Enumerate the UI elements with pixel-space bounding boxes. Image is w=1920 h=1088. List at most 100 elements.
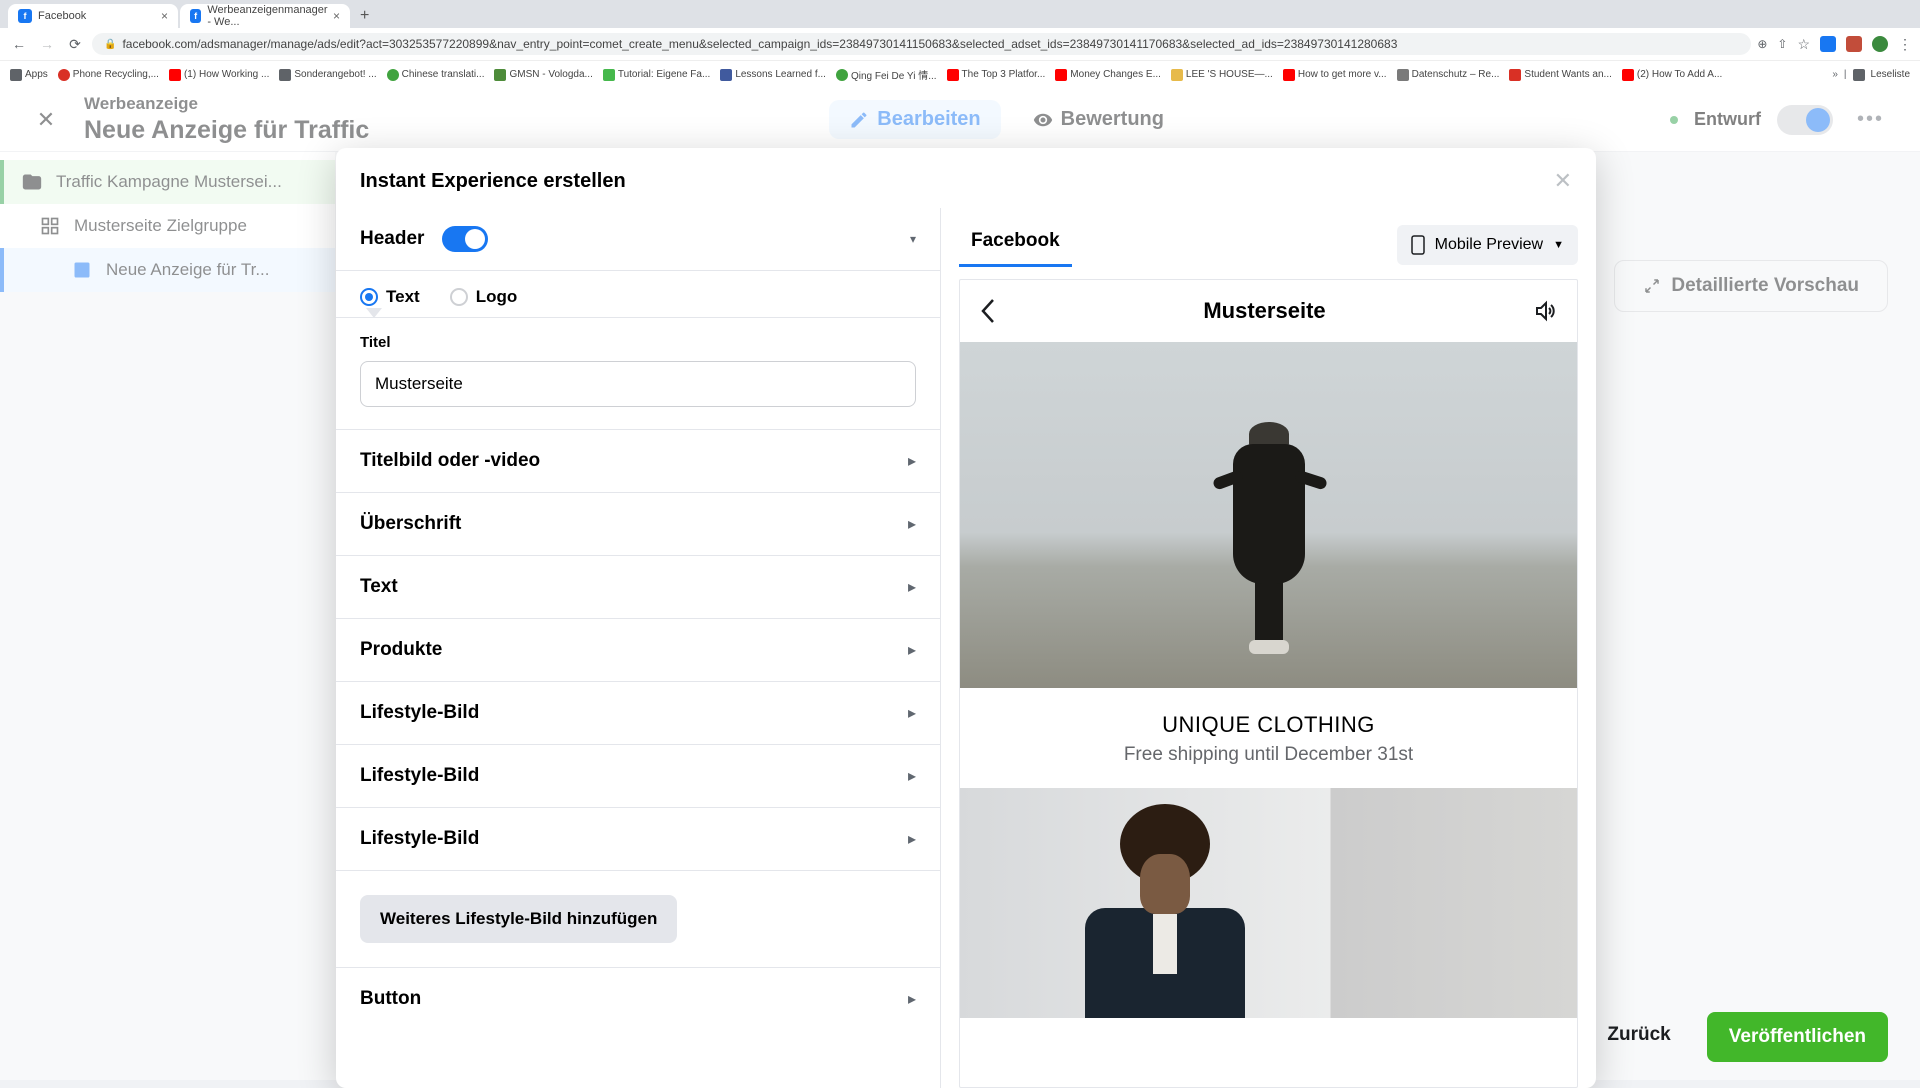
- bookmarks-overflow[interactable]: »|Leseliste: [1832, 69, 1910, 81]
- section-hero[interactable]: Titelbild oder -video▸: [336, 430, 940, 493]
- bookmark-item[interactable]: The Top 3 Platfor...: [947, 69, 1046, 81]
- ad-label: Neue Anzeige für Tr...: [106, 260, 269, 280]
- preview-tabs: Facebook Mobile Preview ▼: [941, 208, 1596, 267]
- chevron-right-icon: ▸: [908, 577, 916, 597]
- more-options-button[interactable]: •••: [1849, 100, 1892, 139]
- person-silhouette-icon: [1224, 422, 1314, 662]
- adset-icon: [40, 216, 60, 236]
- acc-label: Titelbild oder -video: [360, 450, 540, 472]
- radio-icon: [360, 288, 378, 306]
- browser-tab-1[interactable]: f Facebook ×: [8, 4, 178, 28]
- sound-icon[interactable]: [1533, 299, 1557, 323]
- tab-edit[interactable]: Bearbeiten: [829, 100, 1000, 139]
- zoom-icon[interactable]: ⊕: [1757, 37, 1767, 51]
- bookmark-item[interactable]: (1) How Working ...: [169, 69, 269, 81]
- chevron-right-icon: ▸: [908, 829, 916, 849]
- title-input[interactable]: [360, 361, 916, 407]
- section-button[interactable]: Button▸: [336, 968, 940, 1030]
- section-lifestyle[interactable]: Lifestyle-Bild ▸: [336, 808, 940, 871]
- acc-label: Lifestyle-Bild: [360, 702, 479, 724]
- tab-edit-label: Bearbeiten: [877, 108, 980, 131]
- bookmark-item[interactable]: Money Changes E...: [1055, 69, 1161, 81]
- browser-tab-2[interactable]: f Werbeanzeigenmanager - We... ×: [180, 4, 350, 28]
- ad-status-toggle[interactable]: [1777, 105, 1833, 135]
- bookmark-item[interactable]: How to get more v...: [1283, 69, 1387, 81]
- bookmark-item[interactable]: Lessons Learned f...: [720, 69, 826, 81]
- tab-title-1: Facebook: [38, 10, 86, 22]
- bookmark-item[interactable]: Chinese translati...: [387, 69, 485, 81]
- ad-icon: [72, 260, 92, 280]
- back-button[interactable]: Zurück: [1589, 1012, 1688, 1062]
- header-right: Entwurf •••: [1670, 100, 1892, 139]
- extension-icons: ⊕ ⇧ ☆ ⋮: [1757, 36, 1912, 53]
- detailed-preview-button[interactable]: Detaillierte Vorschau: [1614, 260, 1888, 312]
- bm-label: Lessons Learned f...: [735, 69, 826, 80]
- section-text[interactable]: Text▸: [336, 556, 940, 619]
- preview-device-select[interactable]: Mobile Preview ▼: [1397, 225, 1578, 265]
- close-tab-icon[interactable]: ×: [161, 9, 168, 23]
- bookmark-item[interactable]: Phone Recycling,...: [58, 69, 159, 81]
- bookmark-item[interactable]: GMSN - Vologda...: [494, 69, 592, 81]
- bookmark-item[interactable]: LEE 'S HOUSE—...: [1171, 69, 1273, 81]
- back-button[interactable]: ←: [8, 33, 30, 55]
- radio-logo[interactable]: Logo: [450, 287, 518, 307]
- ext-icon[interactable]: [1820, 36, 1836, 52]
- acc-label: Lifestyle-Bild: [360, 828, 479, 850]
- bookmark-item[interactable]: Tutorial: Eigene Fa...: [603, 69, 710, 81]
- detailed-preview-label: Detaillierte Vorschau: [1671, 275, 1859, 297]
- modal-close-button[interactable]: ✕: [1554, 168, 1572, 194]
- radio-text[interactable]: Text: [360, 287, 420, 307]
- bookmark-item[interactable]: Sonderangebot! ...: [279, 69, 376, 81]
- tree-campaign[interactable]: Traffic Kampagne Mustersei...: [0, 160, 335, 204]
- tree-adset[interactable]: Musterseite Zielgruppe: [0, 204, 335, 248]
- section-products[interactable]: Produkte▸: [336, 619, 940, 682]
- header-type-radio: Text Logo: [336, 271, 940, 318]
- bm-label: Money Changes E...: [1070, 69, 1161, 80]
- bm-label: The Top 3 Platfor...: [962, 69, 1046, 80]
- bookmark-item[interactable]: (2) How To Add A...: [1622, 69, 1722, 81]
- tab-review[interactable]: Bewertung: [1013, 100, 1184, 139]
- back-label: Zurück: [1607, 1024, 1670, 1045]
- reload-button[interactable]: ⟳: [64, 33, 86, 55]
- address-row: ← → ⟳ 🔒 facebook.com/adsmanager/manage/a…: [0, 28, 1920, 60]
- apps-button[interactable]: Apps: [10, 69, 48, 81]
- header-toggle[interactable]: [442, 226, 488, 252]
- star-icon[interactable]: ☆: [1797, 36, 1810, 53]
- close-editor-button[interactable]: ✕: [28, 102, 64, 138]
- eye-icon: [1033, 110, 1053, 130]
- add-lifestyle-button[interactable]: Weiteres Lifestyle-Bild hinzufügen: [360, 895, 677, 943]
- acc-label: Überschrift: [360, 513, 461, 535]
- modal-header: Instant Experience erstellen ✕: [336, 148, 1596, 208]
- modal-title: Instant Experience erstellen: [360, 170, 626, 193]
- publish-button[interactable]: Veröffentlichen: [1707, 1012, 1888, 1062]
- acc-label: Produkte: [360, 639, 442, 661]
- section-lifestyle[interactable]: Lifestyle-Bild▸: [336, 745, 940, 808]
- bookmark-item[interactable]: Student Wants an...: [1509, 69, 1611, 81]
- close-tab-icon[interactable]: ×: [333, 9, 340, 23]
- section-header-header[interactable]: Header ▾: [336, 208, 940, 271]
- avatar-icon[interactable]: [1872, 36, 1888, 52]
- section-lifestyle[interactable]: Lifestyle-Bild▸: [336, 682, 940, 745]
- hero-image: [960, 342, 1577, 688]
- preview-tab-facebook[interactable]: Facebook: [959, 222, 1072, 267]
- tree-ad[interactable]: Neue Anzeige für Tr...: [0, 248, 335, 292]
- chevron-right-icon: ▸: [908, 514, 916, 534]
- address-bar[interactable]: 🔒 facebook.com/adsmanager/manage/ads/edi…: [92, 33, 1751, 55]
- back-arrow-icon[interactable]: [980, 298, 996, 324]
- phone-header: Musterseite: [960, 280, 1577, 342]
- bm-label: Chinese translati...: [402, 69, 485, 80]
- bookmark-item[interactable]: Qing Fei De Yi 情...: [836, 67, 937, 82]
- browser-chrome: f Facebook × f Werbeanzeigenmanager - We…: [0, 0, 1920, 88]
- forward-button[interactable]: →: [36, 33, 58, 55]
- bm-label: Phone Recycling,...: [73, 69, 159, 80]
- new-tab-button[interactable]: +: [360, 7, 369, 25]
- menu-icon[interactable]: ⋮: [1898, 36, 1912, 53]
- browser-tabs: f Facebook × f Werbeanzeigenmanager - We…: [0, 0, 1920, 28]
- ext-icon[interactable]: [1846, 36, 1862, 52]
- lock-icon: 🔒: [104, 39, 116, 50]
- bookmark-item[interactable]: Datenschutz – Re...: [1397, 69, 1500, 81]
- section-headline[interactable]: Überschrift ▸: [336, 493, 940, 556]
- tab-review-label: Bewertung: [1061, 108, 1164, 131]
- phone-icon: [1411, 235, 1425, 255]
- share-icon[interactable]: ⇧: [1777, 37, 1787, 51]
